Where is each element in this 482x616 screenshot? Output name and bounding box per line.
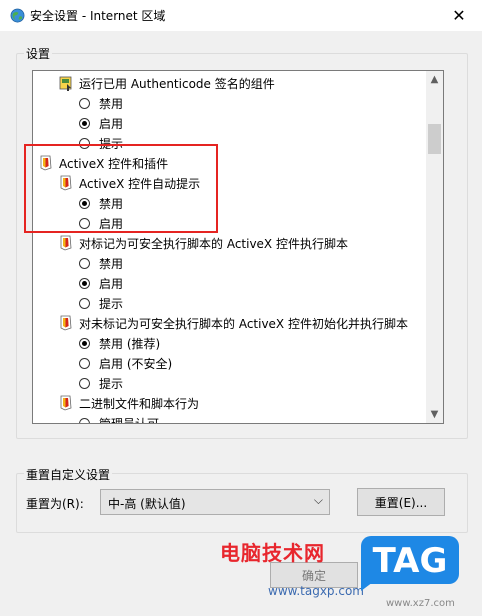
radio-option-label: 启用 (不安全): [99, 356, 173, 371]
radio-empty-icon[interactable]: [79, 357, 90, 369]
radio-option[interactable]: 禁用 (推荐): [79, 333, 160, 353]
radio-option[interactable]: 禁用: [79, 253, 123, 273]
watermark-url-secondary: www.xz7.com: [386, 598, 455, 609]
radio-option-label: 管理员认可: [99, 416, 160, 424]
scroll-down-arrow-icon[interactable]: ▼: [426, 406, 443, 423]
scroll-up-arrow-icon[interactable]: ▲: [426, 71, 443, 88]
radio-empty-icon[interactable]: [79, 377, 90, 389]
tag-logo-text: TAG: [373, 541, 448, 581]
settings-item: 运行已用 Authenticode 签名的组件: [59, 73, 275, 93]
radio-option-label: 启用: [99, 116, 124, 131]
settings-item: 对未标记为可安全执行脚本的 ActiveX 控件初始化并执行脚本: [59, 313, 408, 333]
radio-empty-icon[interactable]: [79, 297, 90, 309]
radio-empty-icon[interactable]: [79, 97, 90, 109]
radio-option-label: 启用: [99, 276, 124, 291]
chevron-down-icon: ⌵: [313, 493, 323, 507]
radio-option[interactable]: 管理员认可: [79, 413, 160, 424]
internet-globe-icon: [10, 8, 25, 23]
settings-item: 二进制文件和脚本行为: [59, 393, 199, 413]
radio-option[interactable]: 提示: [79, 373, 123, 393]
settings-item: 对标记为可安全执行脚本的 ActiveX 控件执行脚本: [59, 233, 348, 253]
close-button[interactable]: ✕: [436, 0, 482, 31]
activex-policy-icon: [60, 235, 72, 251]
radio-option[interactable]: 禁用: [79, 93, 123, 113]
radio-option-label: 禁用: [99, 256, 124, 271]
radio-option[interactable]: 启用: [79, 113, 123, 133]
radio-option-label: 禁用: [99, 96, 124, 111]
radio-option-label: 提示: [99, 296, 124, 311]
radio-empty-icon[interactable]: [79, 417, 90, 423]
scroll-thumb[interactable]: [428, 124, 441, 154]
reset-level-dropdown[interactable]: 中-高 (默认值) ⌵: [100, 489, 330, 515]
radio-option[interactable]: 启用 (不安全): [79, 353, 172, 373]
reset-button[interactable]: 重置(E)...: [357, 488, 445, 516]
radio-selected-icon[interactable]: [79, 337, 90, 349]
watermark-site-name: 电脑技术网: [220, 541, 325, 565]
radio-empty-icon[interactable]: [79, 257, 90, 269]
activex-policy-icon: [60, 315, 72, 331]
highlight-annotation-box: [24, 144, 218, 233]
settings-item-label: 二进制文件和脚本行为: [79, 396, 200, 411]
radio-option-label: 提示: [99, 376, 124, 391]
vertical-scrollbar[interactable]: ▲ ▼: [426, 71, 443, 423]
radio-option[interactable]: 启用: [79, 273, 123, 293]
settings-group-label: 设置: [24, 45, 53, 62]
settings-item-label: 对标记为可安全执行脚本的 ActiveX 控件执行脚本: [79, 236, 348, 251]
radio-selected-icon[interactable]: [79, 277, 90, 289]
watermark-url: www.tagxp.com: [268, 584, 364, 598]
tag-logo-icon: TAG: [361, 536, 459, 591]
window-title: 安全设置 - Internet 区域: [30, 9, 166, 23]
radio-option[interactable]: 提示: [79, 293, 123, 313]
settings-item-label: 对未标记为可安全执行脚本的 ActiveX 控件初始化并执行脚本: [79, 316, 408, 331]
reset-group-label: 重置自定义设置: [24, 466, 113, 483]
title-bar: 安全设置 - Internet 区域 ✕: [0, 0, 482, 31]
activex-policy-icon: [60, 395, 72, 411]
settings-tree-list[interactable]: 运行已用 Authenticode 签名的组件 禁用 启用 提示 ActiveX 控件和…: [32, 70, 444, 424]
radio-selected-icon[interactable]: [79, 117, 90, 129]
settings-item-label: 运行已用 Authenticode 签名的组件: [79, 76, 275, 91]
authenticode-component-icon: [59, 76, 72, 91]
reset-to-label: 重置为(R):: [26, 497, 84, 511]
radio-option-label: 禁用 (推荐): [99, 336, 161, 351]
reset-level-value: 中-高 (默认值): [108, 497, 186, 511]
